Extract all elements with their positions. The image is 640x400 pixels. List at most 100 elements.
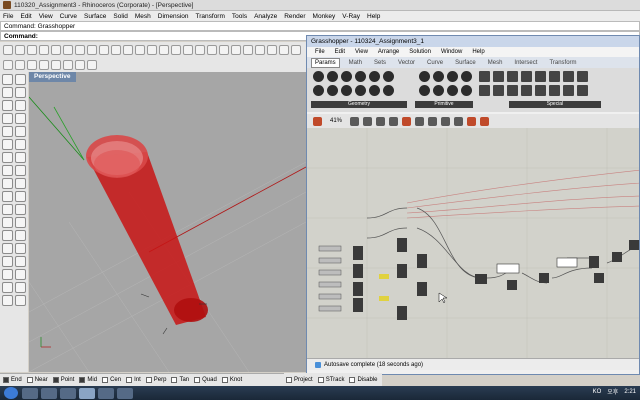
sketch-icon[interactable]: [363, 116, 373, 126]
layer-icon[interactable]: [243, 45, 253, 55]
tool-arc-icon[interactable]: [15, 100, 26, 111]
swatch-icon[interactable]: [535, 71, 546, 82]
zoom-extents-icon[interactable]: [159, 45, 169, 55]
tab-surface[interactable]: Surface: [452, 59, 479, 67]
rhino-menu-solid[interactable]: Solid: [113, 13, 127, 20]
line-icon[interactable]: [27, 60, 37, 70]
tool-extrude-icon[interactable]: [15, 178, 26, 189]
tab-intersect[interactable]: Intersect: [511, 59, 540, 67]
panel-icon[interactable]: [493, 71, 504, 82]
print-icon[interactable]: [39, 45, 49, 55]
tool-loft-icon[interactable]: [15, 152, 26, 163]
tool-circle-icon[interactable]: [2, 100, 13, 111]
arrow-right-icon[interactable]: [577, 71, 588, 82]
record-icon[interactable]: [454, 116, 464, 126]
snap-disable-checkbox[interactable]: [349, 376, 356, 383]
param-circle-icon[interactable]: [341, 71, 352, 82]
play-icon[interactable]: [441, 116, 451, 126]
taskbar-grasshopper[interactable]: [98, 387, 114, 399]
point-icon[interactable]: [15, 60, 25, 70]
language-indicator[interactable]: KO: [593, 389, 602, 395]
save-icon[interactable]: [27, 45, 37, 55]
tool-sphere-icon[interactable]: [15, 165, 26, 176]
solver-icon[interactable]: [467, 116, 477, 126]
options-icon[interactable]: [291, 45, 301, 55]
taskbar-media[interactable]: [41, 387, 57, 399]
snap-knot[interactable]: Knot: [221, 377, 242, 383]
tool-rectangle-icon[interactable]: [2, 113, 13, 124]
snap-cen-checkbox[interactable]: [102, 377, 109, 383]
scribble-icon[interactable]: [549, 85, 560, 96]
rhino-menu-file[interactable]: File: [3, 13, 13, 20]
snap-mid[interactable]: Mid: [79, 377, 97, 383]
tab-vector[interactable]: Vector: [395, 59, 418, 67]
snap-int-checkbox[interactable]: [126, 377, 133, 383]
snap-tan-checkbox[interactable]: [171, 377, 178, 383]
tool-box-icon[interactable]: [2, 165, 13, 176]
zoom-icon[interactable]: [135, 45, 145, 55]
cut-icon[interactable]: [63, 45, 73, 55]
cplane-icon[interactable]: [195, 45, 205, 55]
tool-misc-icon[interactable]: [15, 295, 26, 306]
tool-polygon-icon[interactable]: [15, 113, 26, 124]
gh-menu-file[interactable]: File: [315, 49, 325, 55]
tool-text-icon[interactable]: [15, 269, 26, 280]
toggle-icon[interactable]: [507, 71, 518, 82]
undo-icon[interactable]: [99, 45, 109, 55]
zoom-extents-icon[interactable]: [350, 116, 360, 126]
tool-curve-icon[interactable]: [15, 126, 26, 137]
snap-quad-checkbox[interactable]: [194, 377, 201, 383]
gh-menu-window[interactable]: Window: [441, 49, 462, 55]
select-icon[interactable]: [3, 60, 13, 70]
rhino-menu-curve[interactable]: Curve: [60, 13, 77, 20]
preview-icon[interactable]: [376, 116, 386, 126]
param-line-icon[interactable]: [383, 71, 394, 82]
taskbar-explorer[interactable]: [22, 387, 38, 399]
param-mesh-icon[interactable]: [355, 85, 366, 96]
param-plane-icon[interactable]: [313, 85, 324, 96]
param-surface-icon[interactable]: [369, 85, 380, 96]
tool-copy-icon[interactable]: [15, 230, 26, 241]
paste-icon[interactable]: [87, 45, 97, 55]
properties-icon[interactable]: [255, 45, 265, 55]
tool-cylinder-icon[interactable]: [2, 178, 13, 189]
param-interval-icon[interactable]: [447, 85, 458, 96]
snap-strack[interactable]: STrack: [317, 376, 344, 383]
rhino-menu-help[interactable]: Help: [367, 13, 380, 20]
param-viewer-icon[interactable]: [479, 85, 490, 96]
rhino-menu-tools[interactable]: Tools: [232, 13, 247, 20]
tool-mesh-icon[interactable]: [15, 191, 26, 202]
tool-line-icon[interactable]: [2, 87, 13, 98]
rhino-menu-vray[interactable]: V-Ray: [342, 13, 360, 20]
rhino-menu-render[interactable]: Render: [284, 13, 305, 20]
render-icon[interactable]: [267, 45, 277, 55]
snap-point-checkbox[interactable]: [52, 377, 59, 383]
tool-boolean-icon[interactable]: [2, 191, 13, 202]
rhino-menu-view[interactable]: View: [39, 13, 53, 20]
tool-analyze-icon[interactable]: [2, 282, 13, 293]
gh-menu-solution[interactable]: Solution: [409, 49, 431, 55]
tool-ellipse-icon[interactable]: [2, 126, 13, 137]
perspective-viewport[interactable]: Perspective: [29, 72, 306, 372]
param-string-icon[interactable]: [461, 71, 472, 82]
gh-menu-help[interactable]: Help: [472, 49, 484, 55]
tool-select-icon[interactable]: [2, 74, 13, 85]
rectangle-icon[interactable]: [87, 60, 97, 70]
tool-scale-icon[interactable]: [15, 243, 26, 254]
control-knob-icon[interactable]: [493, 85, 504, 96]
snap-project[interactable]: Project: [286, 376, 313, 383]
graph-icon[interactable]: [549, 71, 560, 82]
tool-surface-icon[interactable]: [2, 152, 13, 163]
wire-display-icon[interactable]: [415, 116, 425, 126]
tab-transform[interactable]: Transform: [546, 59, 579, 67]
param-number-icon[interactable]: [447, 71, 458, 82]
tool-fillet-icon[interactable]: [2, 139, 13, 150]
copy-icon[interactable]: [75, 45, 85, 55]
timer-icon[interactable]: [535, 85, 546, 96]
rotate-view-icon[interactable]: [123, 45, 133, 55]
tool-grasshopper-icon[interactable]: [2, 295, 13, 306]
tab-sets[interactable]: Sets: [371, 59, 389, 67]
param-colour-icon[interactable]: [419, 85, 430, 96]
tool-mirror-icon[interactable]: [2, 256, 13, 267]
button-icon[interactable]: [521, 71, 532, 82]
